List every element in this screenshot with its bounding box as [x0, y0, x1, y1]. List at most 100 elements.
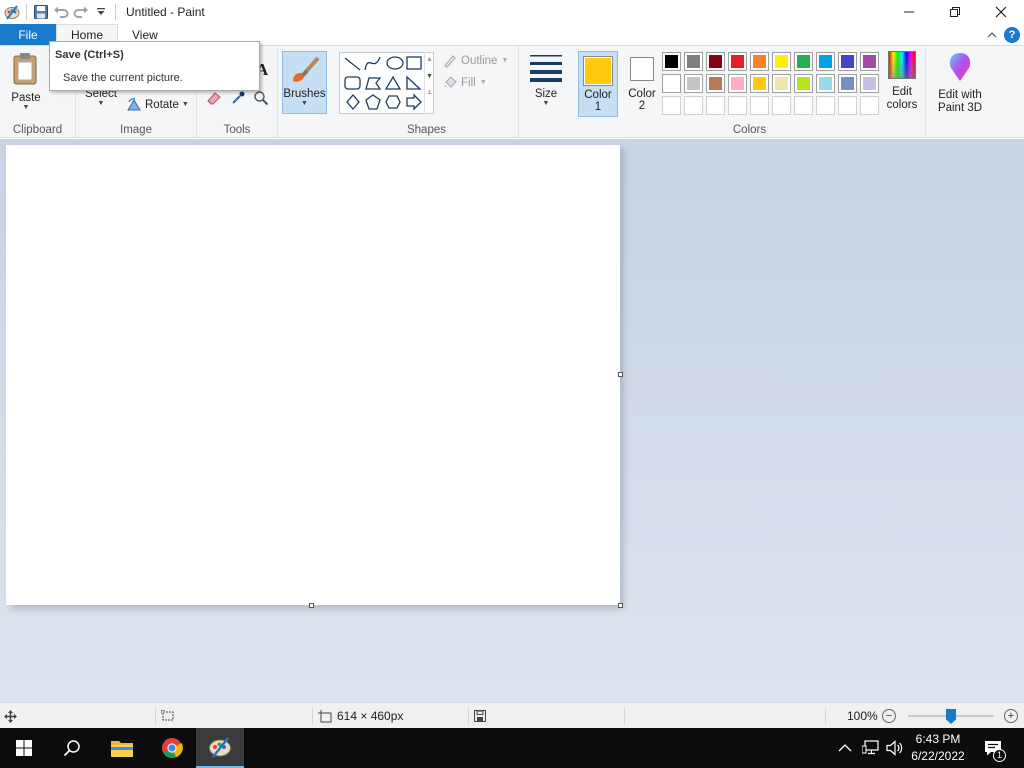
edit-colors-button[interactable]: Edit colors	[882, 51, 922, 112]
right-triangle-shape-icon[interactable]	[406, 75, 422, 90]
curve-shape-icon[interactable]	[364, 56, 381, 71]
palette-swatch[interactable]	[860, 96, 879, 115]
brushes-button[interactable]: Brushes ▼	[282, 51, 327, 114]
palette-swatch[interactable]	[706, 96, 725, 115]
palette-swatch[interactable]	[772, 74, 791, 93]
palette-swatch[interactable]	[750, 74, 769, 93]
palette-swatch[interactable]	[728, 52, 747, 71]
resize-handle-corner[interactable]	[618, 603, 623, 608]
palette-swatch[interactable]	[706, 52, 725, 71]
customize-qat-icon[interactable]	[91, 2, 111, 22]
restore-button[interactable]	[932, 0, 978, 24]
minimize-ribbon-icon[interactable]	[986, 29, 998, 41]
network-tray-button[interactable]	[862, 728, 880, 768]
palette-swatch[interactable]	[728, 74, 747, 93]
palette-swatch[interactable]	[750, 52, 769, 71]
palette-swatch[interactable]	[684, 52, 703, 71]
palette-swatch[interactable]	[794, 96, 813, 115]
palette-swatch[interactable]	[706, 74, 725, 93]
palette-swatch[interactable]	[794, 74, 813, 93]
color1-label-line2: 1	[594, 101, 602, 113]
paint-icon	[209, 737, 231, 758]
color2-swatch	[630, 57, 654, 81]
zoom-level: 100%	[847, 709, 878, 723]
outline-label: Outline	[461, 55, 498, 67]
magnifier-icon[interactable]	[253, 90, 269, 106]
palette-swatch[interactable]	[772, 96, 791, 115]
shapes-group-label: Shapes	[406, 124, 446, 136]
save-tooltip: Save (Ctrl+S) Save the current picture.	[49, 41, 260, 91]
drawing-canvas[interactable]	[6, 145, 620, 605]
palette-swatch[interactable]	[662, 74, 681, 93]
rounded-rectangle-shape-icon[interactable]	[344, 76, 361, 90]
palette-swatch[interactable]	[860, 52, 879, 71]
file-size	[474, 703, 486, 729]
minimize-button[interactable]	[886, 0, 932, 24]
palette-swatch[interactable]	[728, 96, 747, 115]
pentagon-shape-icon[interactable]	[365, 94, 381, 110]
select-button[interactable]: Select ▼	[84, 88, 118, 108]
hexagon-shape-icon[interactable]	[385, 95, 401, 109]
zoom-in-button[interactable]: +	[1004, 709, 1018, 723]
color1-button[interactable]: Color 1	[578, 51, 618, 117]
palette-swatch[interactable]	[838, 96, 857, 115]
palette-swatch[interactable]	[816, 74, 835, 93]
palette-swatch[interactable]	[684, 96, 703, 115]
size-group: Size ▼	[519, 46, 574, 138]
palette-swatch[interactable]	[662, 96, 681, 115]
palette-swatch[interactable]	[816, 52, 835, 71]
clock-time: 6:43 PM	[915, 732, 961, 746]
file-explorer-button[interactable]	[98, 728, 146, 768]
brushes-label: Brushes	[283, 88, 326, 100]
chrome-button[interactable]	[148, 728, 196, 768]
redo-icon[interactable]	[71, 2, 91, 22]
save-icon[interactable]	[31, 2, 51, 22]
color2-button[interactable]: Color 2	[622, 51, 662, 117]
palette-swatch[interactable]	[794, 52, 813, 71]
resize-handle-right[interactable]	[618, 372, 623, 377]
size-button[interactable]: Size ▼	[526, 52, 566, 108]
color-picker-icon[interactable]	[230, 90, 246, 106]
rectangle-shape-icon[interactable]	[406, 56, 422, 70]
shapes-scroll[interactable]: ▲ ▼ ⩡	[424, 52, 434, 114]
palette-swatch[interactable]	[684, 74, 703, 93]
brush-icon	[292, 56, 320, 82]
move-cursor-icon	[4, 709, 17, 723]
palette-swatch[interactable]	[750, 96, 769, 115]
taskbar-clock[interactable]: 6:43 PM 6/22/2022	[905, 731, 971, 765]
resize-handle-bottom[interactable]	[309, 603, 314, 608]
zoom-out-button[interactable]: −	[882, 709, 896, 723]
search-button[interactable]	[48, 728, 96, 768]
volume-tray-button[interactable]	[886, 728, 904, 768]
action-center-button[interactable]	[982, 728, 1004, 768]
palette-swatch[interactable]	[662, 52, 681, 71]
rotate-button[interactable]: Rotate ▼	[126, 98, 189, 112]
triangle-shape-icon[interactable]	[384, 75, 402, 90]
palette-swatch[interactable]	[838, 74, 857, 93]
oval-shape-icon[interactable]	[386, 56, 404, 70]
size-icon	[530, 55, 562, 82]
zoom-slider-thumb[interactable]	[946, 709, 956, 724]
palette-swatch[interactable]	[772, 52, 791, 71]
paint-app-icon[interactable]	[2, 2, 22, 22]
palette-swatch[interactable]	[838, 52, 857, 71]
close-button[interactable]	[978, 0, 1024, 24]
right-arrow-shape-icon[interactable]	[406, 93, 422, 111]
line-shape-icon[interactable]	[344, 57, 361, 71]
diamond-shape-icon[interactable]	[346, 94, 360, 110]
paste-button[interactable]: Paste ▼	[6, 52, 46, 112]
palette-swatch[interactable]	[860, 74, 879, 93]
fill-button[interactable]: Fill ▼	[443, 76, 487, 90]
palette-swatch[interactable]	[816, 96, 835, 115]
edit-with-paint3d-button[interactable]: Edit with Paint 3D	[932, 51, 988, 115]
show-hidden-icons[interactable]	[838, 728, 852, 768]
paint-taskbar-button[interactable]	[196, 728, 244, 768]
help-icon[interactable]: ?	[1004, 27, 1020, 43]
eraser-icon[interactable]	[206, 91, 222, 105]
start-button[interactable]	[0, 728, 48, 768]
shapes-more-icon[interactable]: ⩡	[425, 88, 434, 98]
outline-button[interactable]: Outline ▼	[443, 54, 508, 68]
tab-file[interactable]: File	[0, 24, 56, 45]
polygon-shape-icon[interactable]	[365, 77, 382, 90]
undo-icon[interactable]	[51, 2, 71, 22]
